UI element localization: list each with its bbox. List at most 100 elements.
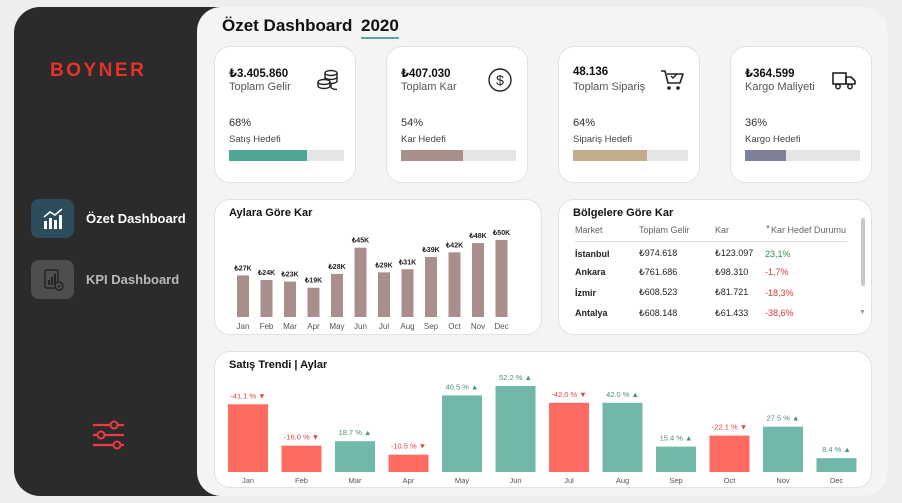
table-row[interactable]: Ankara ₺761.686 ₺98.310 -1,7% [575, 262, 847, 283]
kpi-progress-bar [229, 150, 344, 161]
cell-revenue: ₺761.686 [639, 266, 678, 277]
profit-data-label: ₺29K [374, 261, 392, 269]
month-tick-label: Jul [564, 476, 574, 485]
sales-trend-data-label: 18.7 % ▲ [339, 428, 372, 437]
kpi-percent: 64% [573, 117, 596, 129]
month-tick-label: Feb [295, 476, 308, 485]
cell-target: -1,7% [765, 267, 789, 278]
regions-scrollbar[interactable] [861, 218, 865, 286]
sales-trend-data-label: -16.0 % ▼ [284, 433, 319, 442]
truck-icon [832, 72, 856, 90]
sales-trend-bar[interactable] [549, 402, 589, 472]
sales-trend-bar[interactable] [228, 404, 268, 472]
cell-profit: ₺123.097 [715, 248, 754, 258]
column-header-target[interactable]: ▼Kar Hedef Durumu [765, 224, 847, 242]
month-tick-label: Dec [494, 322, 508, 331]
month-tick-label: Jun [354, 322, 367, 331]
scroll-down-icon[interactable]: ▼ [859, 309, 866, 316]
table-row[interactable]: İstanbul ₺974.618 ₺123.097 23,1% [575, 242, 847, 263]
bar-chart-icon [31, 199, 74, 238]
cart-icon [661, 70, 684, 90]
kpi-percent: 36% [745, 117, 768, 129]
kpi-target-label: Sipariş Hedefi [573, 134, 633, 145]
kpi-card-shipping: ₺364.599 Kargo Maliyeti 36% Kargo Hedefi [730, 46, 872, 183]
profit-bar[interactable] [237, 275, 249, 317]
table-row[interactable]: Antalya ₺608.148 ₺61.433 -38,6% [575, 303, 847, 324]
profit-bar[interactable] [331, 273, 343, 317]
kpi-progress-bar [573, 150, 688, 161]
sales-trend-bar[interactable] [602, 402, 643, 472]
trend-down-icon: ▼ [740, 423, 747, 432]
sales-trend-bar[interactable] [656, 446, 696, 472]
profit-bar[interactable] [425, 256, 437, 317]
trend-up-icon: ▲ [364, 428, 371, 437]
regions-table: Market Toplam Gelir Kar ▼Kar Hedef Durum… [575, 224, 847, 324]
column-header-revenue[interactable]: Toplam Gelir [639, 224, 715, 242]
profit-bar[interactable] [448, 252, 461, 317]
kpi-progress-fill [573, 150, 647, 161]
cell-profit: ₺61.433 [715, 307, 749, 318]
sales-trend-bar[interactable] [709, 435, 750, 472]
month-tick-label: Nov [776, 476, 790, 485]
nav-item-ozet-dashboard[interactable]: Özet Dashboard [31, 199, 186, 238]
month-tick-label: Feb [260, 322, 274, 331]
sales-trend-data-label: 46.5 % ▲ [446, 382, 479, 391]
month-tick-label: Apr [403, 476, 415, 485]
sliders-icon[interactable] [92, 420, 126, 455]
cell-market: Ankara [575, 267, 606, 278]
kpi-target-label: Satış Hedefi [229, 134, 281, 145]
regions-card: Bölgelere Göre Kar Market Toplam Gelir K… [558, 199, 872, 335]
month-tick-label: May [455, 476, 469, 485]
profit-bar[interactable] [284, 281, 296, 317]
profit-bar[interactable] [354, 247, 367, 317]
sales-trend-bar[interactable] [495, 386, 536, 472]
column-header-target-label: Kar Hedef Durumu [770, 225, 846, 235]
sales-trend-data-label: 15.4 % ▲ [660, 434, 693, 443]
month-tick-label: Mar [283, 322, 297, 331]
sales-trend-bar[interactable] [388, 454, 429, 472]
kpi-target-label: Kargo Hedefi [745, 134, 801, 145]
profit-bar[interactable] [495, 240, 508, 317]
column-header-market[interactable]: Market [575, 224, 639, 242]
kpi-value: ₺407.030 [401, 68, 451, 80]
kpi-card-orders: 48.136 Toplam Sipariş 64% Sipariş Hedefi [558, 46, 700, 183]
profit-data-label: ₺27K [233, 264, 251, 272]
month-tick-label: Sep [424, 322, 439, 331]
sales-trend-bar[interactable] [816, 458, 857, 472]
trend-up-icon: ▲ [632, 390, 639, 399]
month-tick-label: Apr [307, 322, 320, 331]
kpi-progress-fill [229, 150, 308, 161]
sales-trend-bar[interactable] [763, 426, 803, 472]
trend-up-icon: ▲ [792, 414, 799, 423]
nav-item-kpi-dashboard[interactable]: KPI Dashboard [31, 260, 179, 299]
profit-bar[interactable] [260, 280, 273, 317]
monthly-profit-chart: ₺27K Jan ₺24K Feb ₺23K Mar ₺19K Apr ₺28K May ₺45K J… [233, 229, 510, 331]
kpi-target-label: Kar Hedefi [401, 134, 446, 145]
profit-bar[interactable] [472, 243, 484, 317]
sales-trend-bar[interactable] [281, 445, 322, 472]
kpi-report-icon [31, 260, 74, 299]
profit-data-label: ₺50K [492, 229, 510, 237]
year-selector[interactable]: 2020 [361, 16, 399, 39]
kpi-label: Toplam Gelir [229, 81, 291, 93]
trend-down-icon: ▼ [419, 442, 426, 451]
profit-bar[interactable] [307, 287, 320, 317]
profit-data-label: ₺31K [398, 258, 416, 266]
kpi-label: Kargo Maliyeti [745, 81, 815, 93]
profit-bar[interactable] [378, 272, 390, 317]
cell-profit: ₺98.310 [715, 266, 749, 277]
sales-trend-data-label: 27.5 % ▲ [767, 414, 800, 423]
profit-data-label: ₺45K [351, 237, 369, 245]
sales-trend-card: Satış Trendi | Aylar -41.1 % ▼ Jan -16.0 %… [214, 351, 872, 488]
table-row[interactable]: İzmir ₺608.523 ₺81.721 -18,3% [575, 283, 847, 304]
profit-data-label: ₺28K [327, 263, 345, 271]
month-tick-label: Dec [830, 476, 844, 485]
sales-trend-bar[interactable] [335, 441, 375, 472]
sales-trend-bar[interactable] [442, 395, 482, 472]
cell-target: -18,3% [765, 287, 794, 298]
profit-bar[interactable] [401, 269, 414, 317]
svg-text:$: $ [496, 72, 504, 88]
kpi-progress-fill [401, 150, 464, 161]
column-header-profit[interactable]: Kar [715, 224, 765, 242]
cell-market: İstanbul [575, 248, 610, 259]
